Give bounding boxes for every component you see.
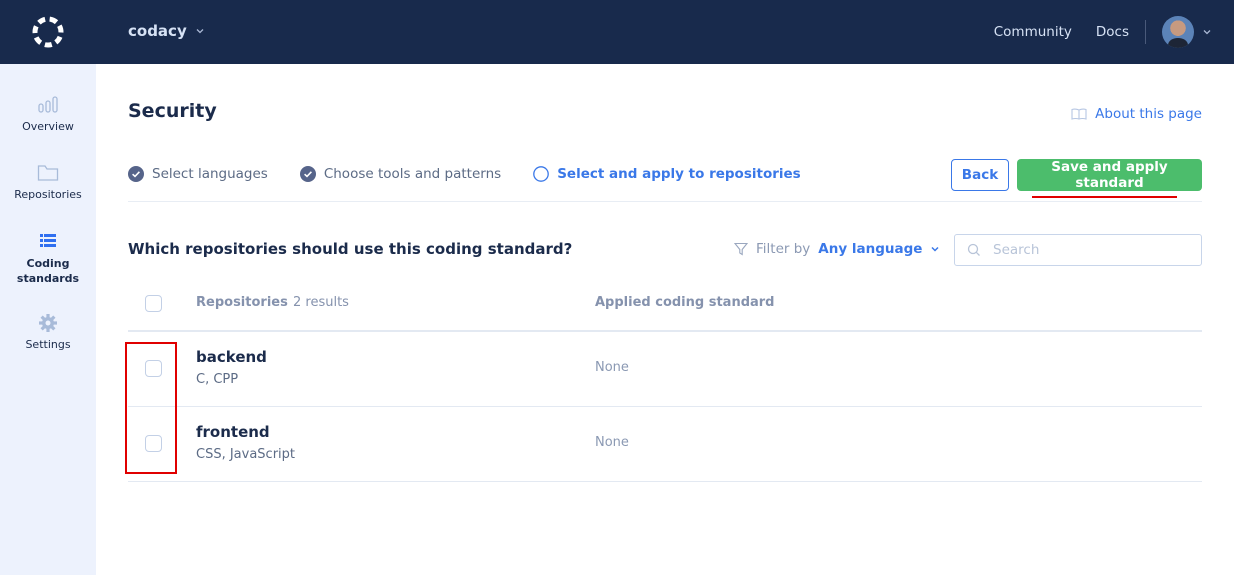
annotation-highlight-box — [125, 342, 177, 474]
gear-icon — [39, 314, 57, 332]
book-icon — [1071, 108, 1087, 120]
divider — [128, 201, 1202, 202]
sidebar-item-coding-standards[interactable]: Coding standards — [0, 232, 96, 286]
save-and-apply-button[interactable]: Save and apply standard — [1017, 159, 1202, 191]
check-circle-icon — [299, 166, 316, 182]
results-count: 2 results — [293, 295, 349, 310]
sidebar-item-repositories[interactable]: Repositories — [0, 164, 96, 201]
table-header-divider — [128, 330, 1202, 332]
page-title: Security — [128, 100, 217, 122]
sidebar-item-overview[interactable]: Overview — [0, 96, 96, 133]
search-icon — [967, 243, 980, 256]
repository-languages: CSS, JavaScript — [196, 447, 296, 462]
row-divider — [128, 406, 1202, 407]
about-link-label: About this page — [1095, 106, 1202, 122]
annotation-underline — [1032, 196, 1177, 198]
filter-icon — [734, 242, 748, 256]
sidebar: Overview Repositories Coding standards S… — [0, 64, 96, 575]
select-all-checkbox[interactable] — [145, 295, 162, 312]
chevron-down-icon — [196, 29, 204, 34]
bar-chart-icon — [38, 96, 58, 113]
step-select-languages[interactable]: Select languages — [128, 166, 268, 182]
column-header-repositories[interactable]: Repositories — [196, 295, 288, 310]
language-filter-dropdown[interactable]: Any language — [818, 241, 940, 257]
step-choose-tools[interactable]: Choose tools and patterns — [299, 166, 502, 182]
about-this-page-link[interactable]: About this page — [1071, 106, 1202, 122]
section-question: Which repositories should use this codin… — [128, 240, 573, 258]
codacy-logo-icon[interactable] — [30, 14, 66, 50]
check-circle-icon — [128, 166, 144, 182]
applied-standard: None — [595, 360, 629, 375]
applied-standard: None — [595, 435, 629, 450]
filter-value: Any language — [818, 241, 923, 257]
back-button[interactable]: Back — [951, 159, 1009, 191]
language-filter: Filter by Any language — [734, 241, 940, 257]
step-label: Select languages — [152, 166, 268, 182]
community-link[interactable]: Community — [994, 24, 1072, 40]
folder-icon — [37, 165, 59, 181]
organization-switcher[interactable]: codacy — [128, 22, 205, 40]
row-divider — [128, 481, 1202, 482]
wizard-steps: Select languages Choose tools and patter… — [128, 166, 833, 182]
step-label: Select and apply to repositories — [557, 166, 801, 182]
search-box — [954, 234, 1202, 266]
sidebar-item-label: Repositories — [14, 188, 82, 201]
chevron-down-icon — [931, 246, 939, 252]
organization-name: codacy — [128, 22, 187, 40]
sidebar-item-label: Settings — [25, 338, 71, 351]
column-header-applied-standard: Applied coding standard — [595, 295, 775, 310]
search-input[interactable] — [993, 242, 1183, 258]
empty-circle-icon — [533, 166, 550, 182]
docs-link[interactable]: Docs — [1096, 24, 1129, 40]
list-icon — [40, 234, 56, 247]
repository-name[interactable]: backend — [196, 348, 267, 366]
sidebar-item-settings[interactable]: Settings — [0, 314, 96, 351]
filter-label: Filter by — [756, 241, 811, 257]
step-label: Choose tools and patterns — [323, 166, 502, 182]
repository-languages: C, CPP — [196, 372, 239, 387]
nav-divider — [1145, 20, 1146, 44]
sidebar-item-label: Overview — [22, 120, 74, 133]
sidebar-item-label: Coding standards — [16, 257, 80, 285]
step-select-and-apply[interactable]: Select and apply to repositories — [533, 166, 801, 182]
repository-name[interactable]: frontend — [196, 423, 270, 441]
user-avatar[interactable] — [1162, 16, 1194, 48]
top-navigation-bar: codacy Community Docs — [0, 0, 1234, 64]
chevron-down-icon[interactable] — [1202, 27, 1212, 37]
